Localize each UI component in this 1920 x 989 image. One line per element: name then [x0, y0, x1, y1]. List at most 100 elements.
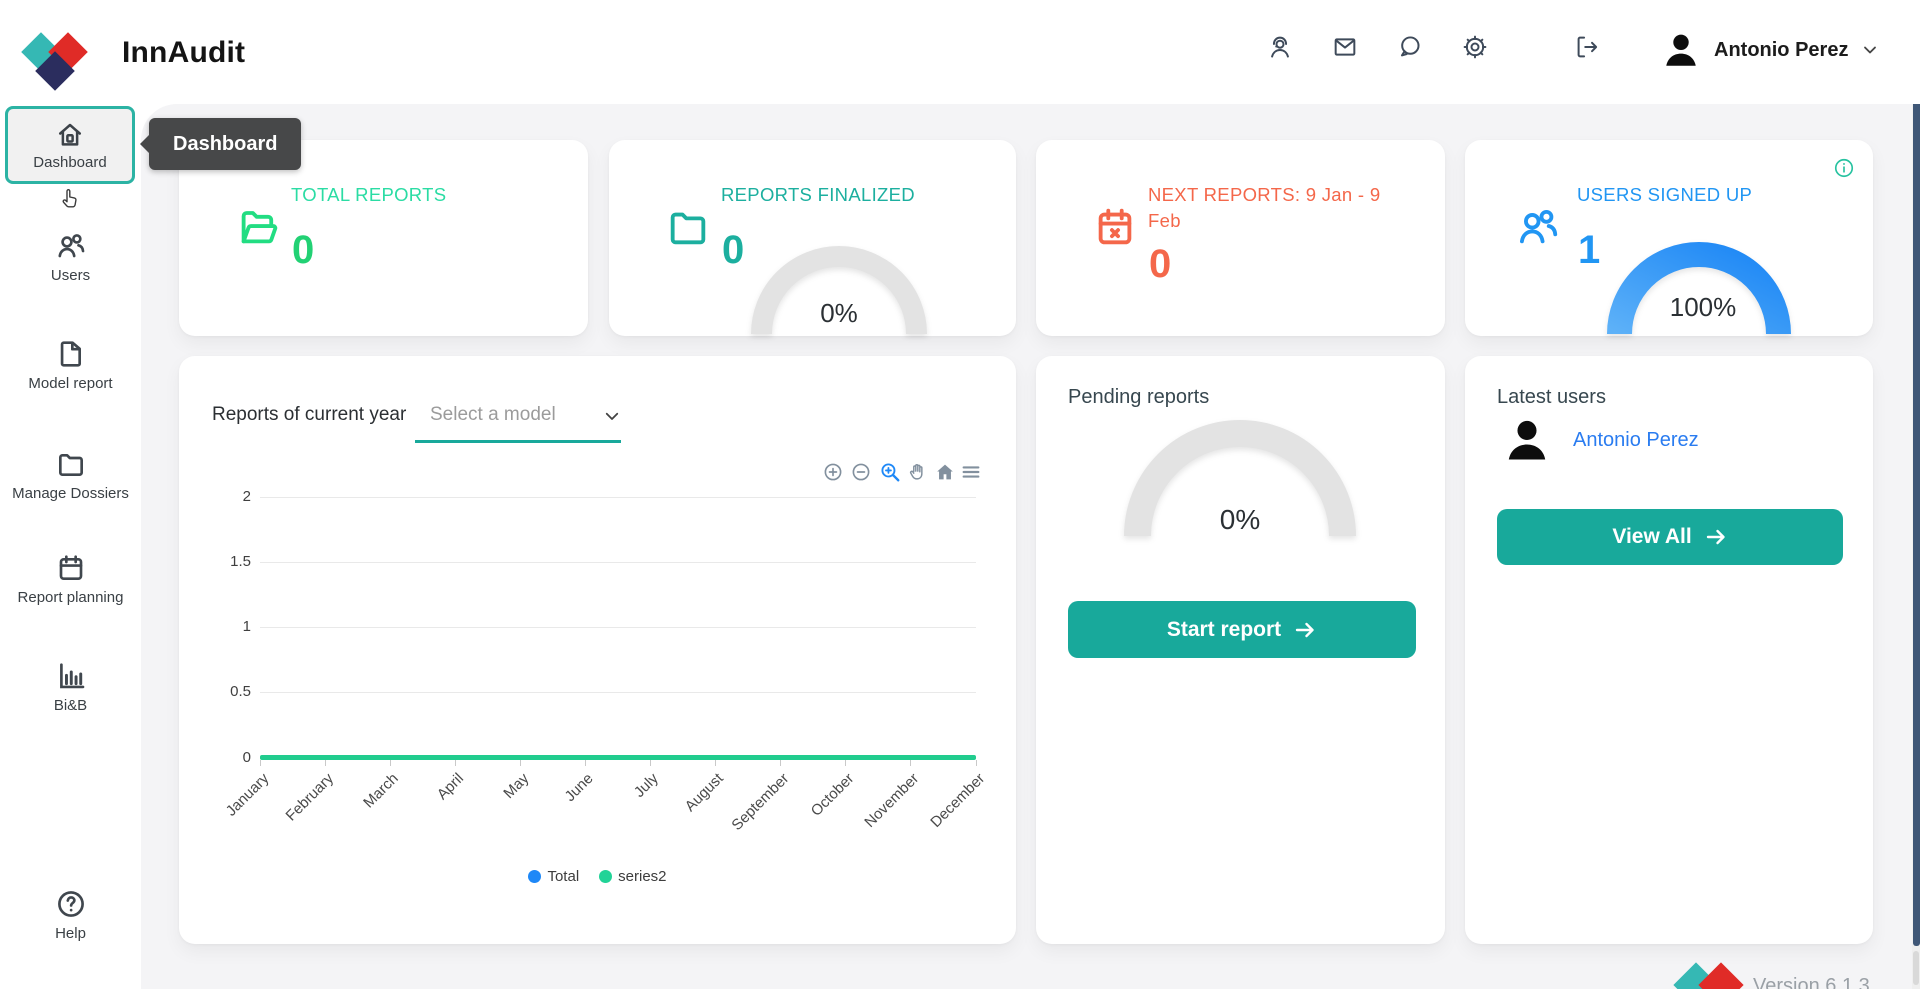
user-name: Antonio Perez — [1714, 39, 1848, 62]
sidebar-item-label: Help — [55, 925, 86, 942]
users-icon — [55, 230, 87, 262]
logout-icon[interactable] — [1573, 33, 1601, 61]
view-all-button[interactable]: View All — [1497, 509, 1843, 565]
select-underline — [415, 440, 621, 443]
y-tick-label: 0.5 — [199, 683, 251, 700]
sidebar-item-label: Users — [51, 267, 90, 284]
info-icon[interactable] — [1833, 157, 1855, 179]
x-tick — [976, 760, 977, 766]
legend-label: series2 — [618, 868, 666, 885]
legend-item-series2[interactable]: series2 — [599, 868, 666, 885]
box-zoom-icon[interactable] — [879, 461, 901, 483]
sidebar-item-manage-dossiers[interactable]: Manage Dossiers — [0, 448, 141, 502]
support-icon[interactable] — [1266, 33, 1294, 61]
model-select[interactable]: Select a model — [415, 400, 627, 442]
zoom-out-icon[interactable] — [850, 461, 872, 483]
latest-user-name-link[interactable]: Antonio Perez — [1573, 429, 1699, 452]
gridline — [260, 562, 976, 563]
card-value: 1 — [1578, 228, 1600, 273]
chevron-down-icon — [1860, 40, 1880, 60]
sidebar-item-dashboard[interactable]: Dashboard — [5, 106, 135, 184]
legend-dot-green — [599, 870, 612, 883]
reset-home-icon[interactable] — [934, 461, 956, 483]
menu-icon[interactable] — [960, 461, 982, 483]
card-title: REPORTS FINALIZED — [721, 182, 971, 208]
latest-users-card: Latest users Antonio Perez View All — [1465, 356, 1873, 944]
scrollbar-thumb[interactable] — [1913, 88, 1920, 946]
chat-icon[interactable] — [1396, 33, 1424, 61]
panel-title: Latest users — [1497, 386, 1606, 409]
scrollbar-end — [1913, 951, 1919, 985]
settings-icon[interactable] — [1461, 33, 1489, 61]
gauge-value: 0% — [1124, 504, 1356, 536]
x-tick — [585, 760, 586, 766]
x-tick — [325, 760, 326, 766]
app-root: InnAudit — [0, 0, 1920, 989]
avatar — [1660, 29, 1702, 71]
x-tick — [780, 760, 781, 766]
gauge-value: 0% — [751, 298, 927, 329]
avatar — [1501, 414, 1553, 466]
scrollbar-track — [1912, 85, 1920, 989]
arrow-right-icon — [1293, 618, 1317, 642]
y-tick-label: 2 — [199, 488, 251, 505]
sidebar-item-label: Bi&B — [54, 697, 87, 714]
legend-item-total[interactable]: Total — [528, 868, 579, 885]
sidebar-item-report-planning[interactable]: Report planning — [0, 552, 141, 606]
arrow-right-icon — [1704, 525, 1728, 549]
folder-icon — [55, 448, 87, 480]
y-tick-label: 1.5 — [199, 553, 251, 570]
start-report-button[interactable]: Start report — [1068, 601, 1416, 658]
user-menu[interactable]: Antonio Perez — [1660, 24, 1890, 76]
legend-dot-blue — [528, 870, 541, 883]
y-tick-label: 0 — [199, 749, 251, 766]
card-value: 0 — [1149, 242, 1171, 287]
dashboard-tooltip: Dashboard — [149, 118, 301, 170]
calendar-icon — [55, 552, 87, 584]
series2-line — [260, 755, 976, 760]
chart-title: Reports of current year — [212, 404, 406, 426]
y-tick-label: 1 — [199, 618, 251, 635]
card-title: NEXT REPORTS: 9 Jan - 9 Feb — [1148, 182, 1390, 234]
card-value: 0 — [722, 228, 744, 273]
top-header: InnAudit — [0, 0, 1920, 104]
x-axis-label: November — [861, 770, 922, 831]
x-tick — [390, 760, 391, 766]
legend-label: Total — [547, 868, 579, 885]
x-tick — [455, 760, 456, 766]
x-axis-label: July — [631, 770, 662, 801]
x-tick — [845, 760, 846, 766]
chevron-down-icon — [603, 407, 621, 425]
folder-icon — [665, 204, 711, 250]
reports-finalized-card: REPORTS FINALIZED 0 0% — [609, 140, 1016, 336]
gauge-value: 100% — [1611, 292, 1795, 323]
mail-icon[interactable] — [1331, 33, 1359, 61]
home-icon — [55, 120, 85, 150]
sidebar: Dashboard Users Model report — [0, 104, 141, 989]
x-tick — [520, 760, 521, 766]
sidebar-item-bib[interactable]: Bi&B — [0, 660, 141, 714]
bar-chart-icon — [55, 660, 87, 692]
next-reports-card: NEXT REPORTS: 9 Jan - 9 Feb 0 — [1036, 140, 1445, 336]
x-tick — [715, 760, 716, 766]
zoom-in-icon[interactable] — [822, 461, 844, 483]
brand-title: InnAudit — [122, 36, 245, 70]
x-axis-label: June — [562, 770, 597, 805]
x-tick — [910, 760, 911, 766]
innaudit-logo-icon — [22, 33, 92, 95]
sidebar-item-model-report[interactable]: Model report — [0, 338, 141, 392]
x-tick — [260, 760, 261, 766]
sidebar-item-help[interactable]: Help — [0, 888, 141, 942]
pan-icon[interactable] — [907, 461, 929, 483]
calendar-x-icon — [1092, 204, 1138, 250]
hand-cursor-icon — [58, 186, 82, 214]
pending-reports-card: Pending reports 0% Start report — [1036, 356, 1445, 944]
x-axis-label: April — [434, 770, 467, 803]
question-circle-icon — [55, 888, 87, 920]
sidebar-item-users[interactable]: Users — [0, 230, 141, 284]
model-select-placeholder: Select a model — [430, 404, 556, 426]
sidebar-item-label: Manage Dossiers — [12, 485, 129, 502]
x-axis-label: March — [361, 770, 402, 811]
view-all-label: View All — [1612, 525, 1691, 549]
x-axis-label: August — [682, 770, 727, 815]
